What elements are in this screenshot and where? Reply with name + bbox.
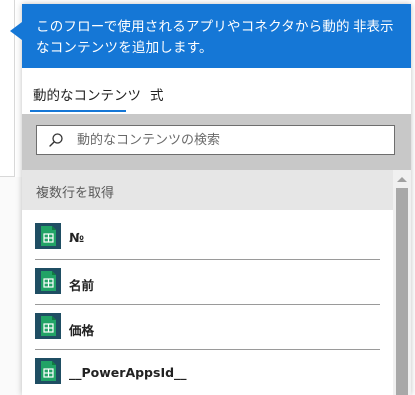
item-label: __PowerAppsId__ <box>69 365 187 380</box>
list-item[interactable]: 価格 <box>22 305 393 350</box>
search-box[interactable] <box>36 125 395 155</box>
search-input[interactable] <box>77 129 377 151</box>
excel-table-icon <box>35 358 61 384</box>
tab-bar: 動的なコンテンツ 式 <box>22 68 411 114</box>
list-item[interactable]: __PowerAppsId__ <box>22 350 393 395</box>
banner-text: このフローで使用されるアプリやコネクタから動的なコンテンツを追加します。 <box>36 19 350 56</box>
vertical-scrollbar[interactable] <box>393 170 411 395</box>
popup-pointer <box>10 22 22 40</box>
excel-table-icon <box>35 313 61 339</box>
section-label: 複数行を取得 <box>36 186 115 201</box>
background-panel-lower <box>0 177 22 395</box>
info-banner: このフローで使用されるアプリやコネクタから動的なコンテンツを追加します。 非表示 <box>22 4 411 68</box>
selected-tab-indicator <box>30 110 126 112</box>
dynamic-content-popup: このフローで使用されるアプリやコネクタから動的なコンテンツを追加します。 非表示… <box>22 4 411 395</box>
section-header[interactable]: 複数行を取得 <box>22 170 393 210</box>
scroll-up-arrow-icon[interactable] <box>397 177 407 182</box>
list-item[interactable]: 名前 <box>22 260 393 305</box>
excel-table-icon <box>35 223 61 249</box>
item-label: 名前 <box>69 278 95 293</box>
page: このフローで使用されるアプリやコネクタから動的なコンテンツを追加します。 非表示… <box>0 0 415 395</box>
item-label: 価格 <box>69 323 95 338</box>
search-icon <box>49 133 63 147</box>
scrollbar-thumb[interactable] <box>396 188 408 395</box>
item-label: № <box>69 230 85 245</box>
dynamic-content-list: 複数行を取得 № 名前 価格 __PowerAppsId__ <box>22 170 411 395</box>
excel-table-icon <box>35 268 61 294</box>
tab-expression[interactable]: 式 <box>150 84 164 104</box>
list-item[interactable]: № <box>22 215 393 260</box>
hide-button[interactable]: 非表示 <box>353 17 394 38</box>
search-area <box>22 114 411 170</box>
tab-dynamic-content[interactable]: 動的なコンテンツ <box>33 84 141 104</box>
